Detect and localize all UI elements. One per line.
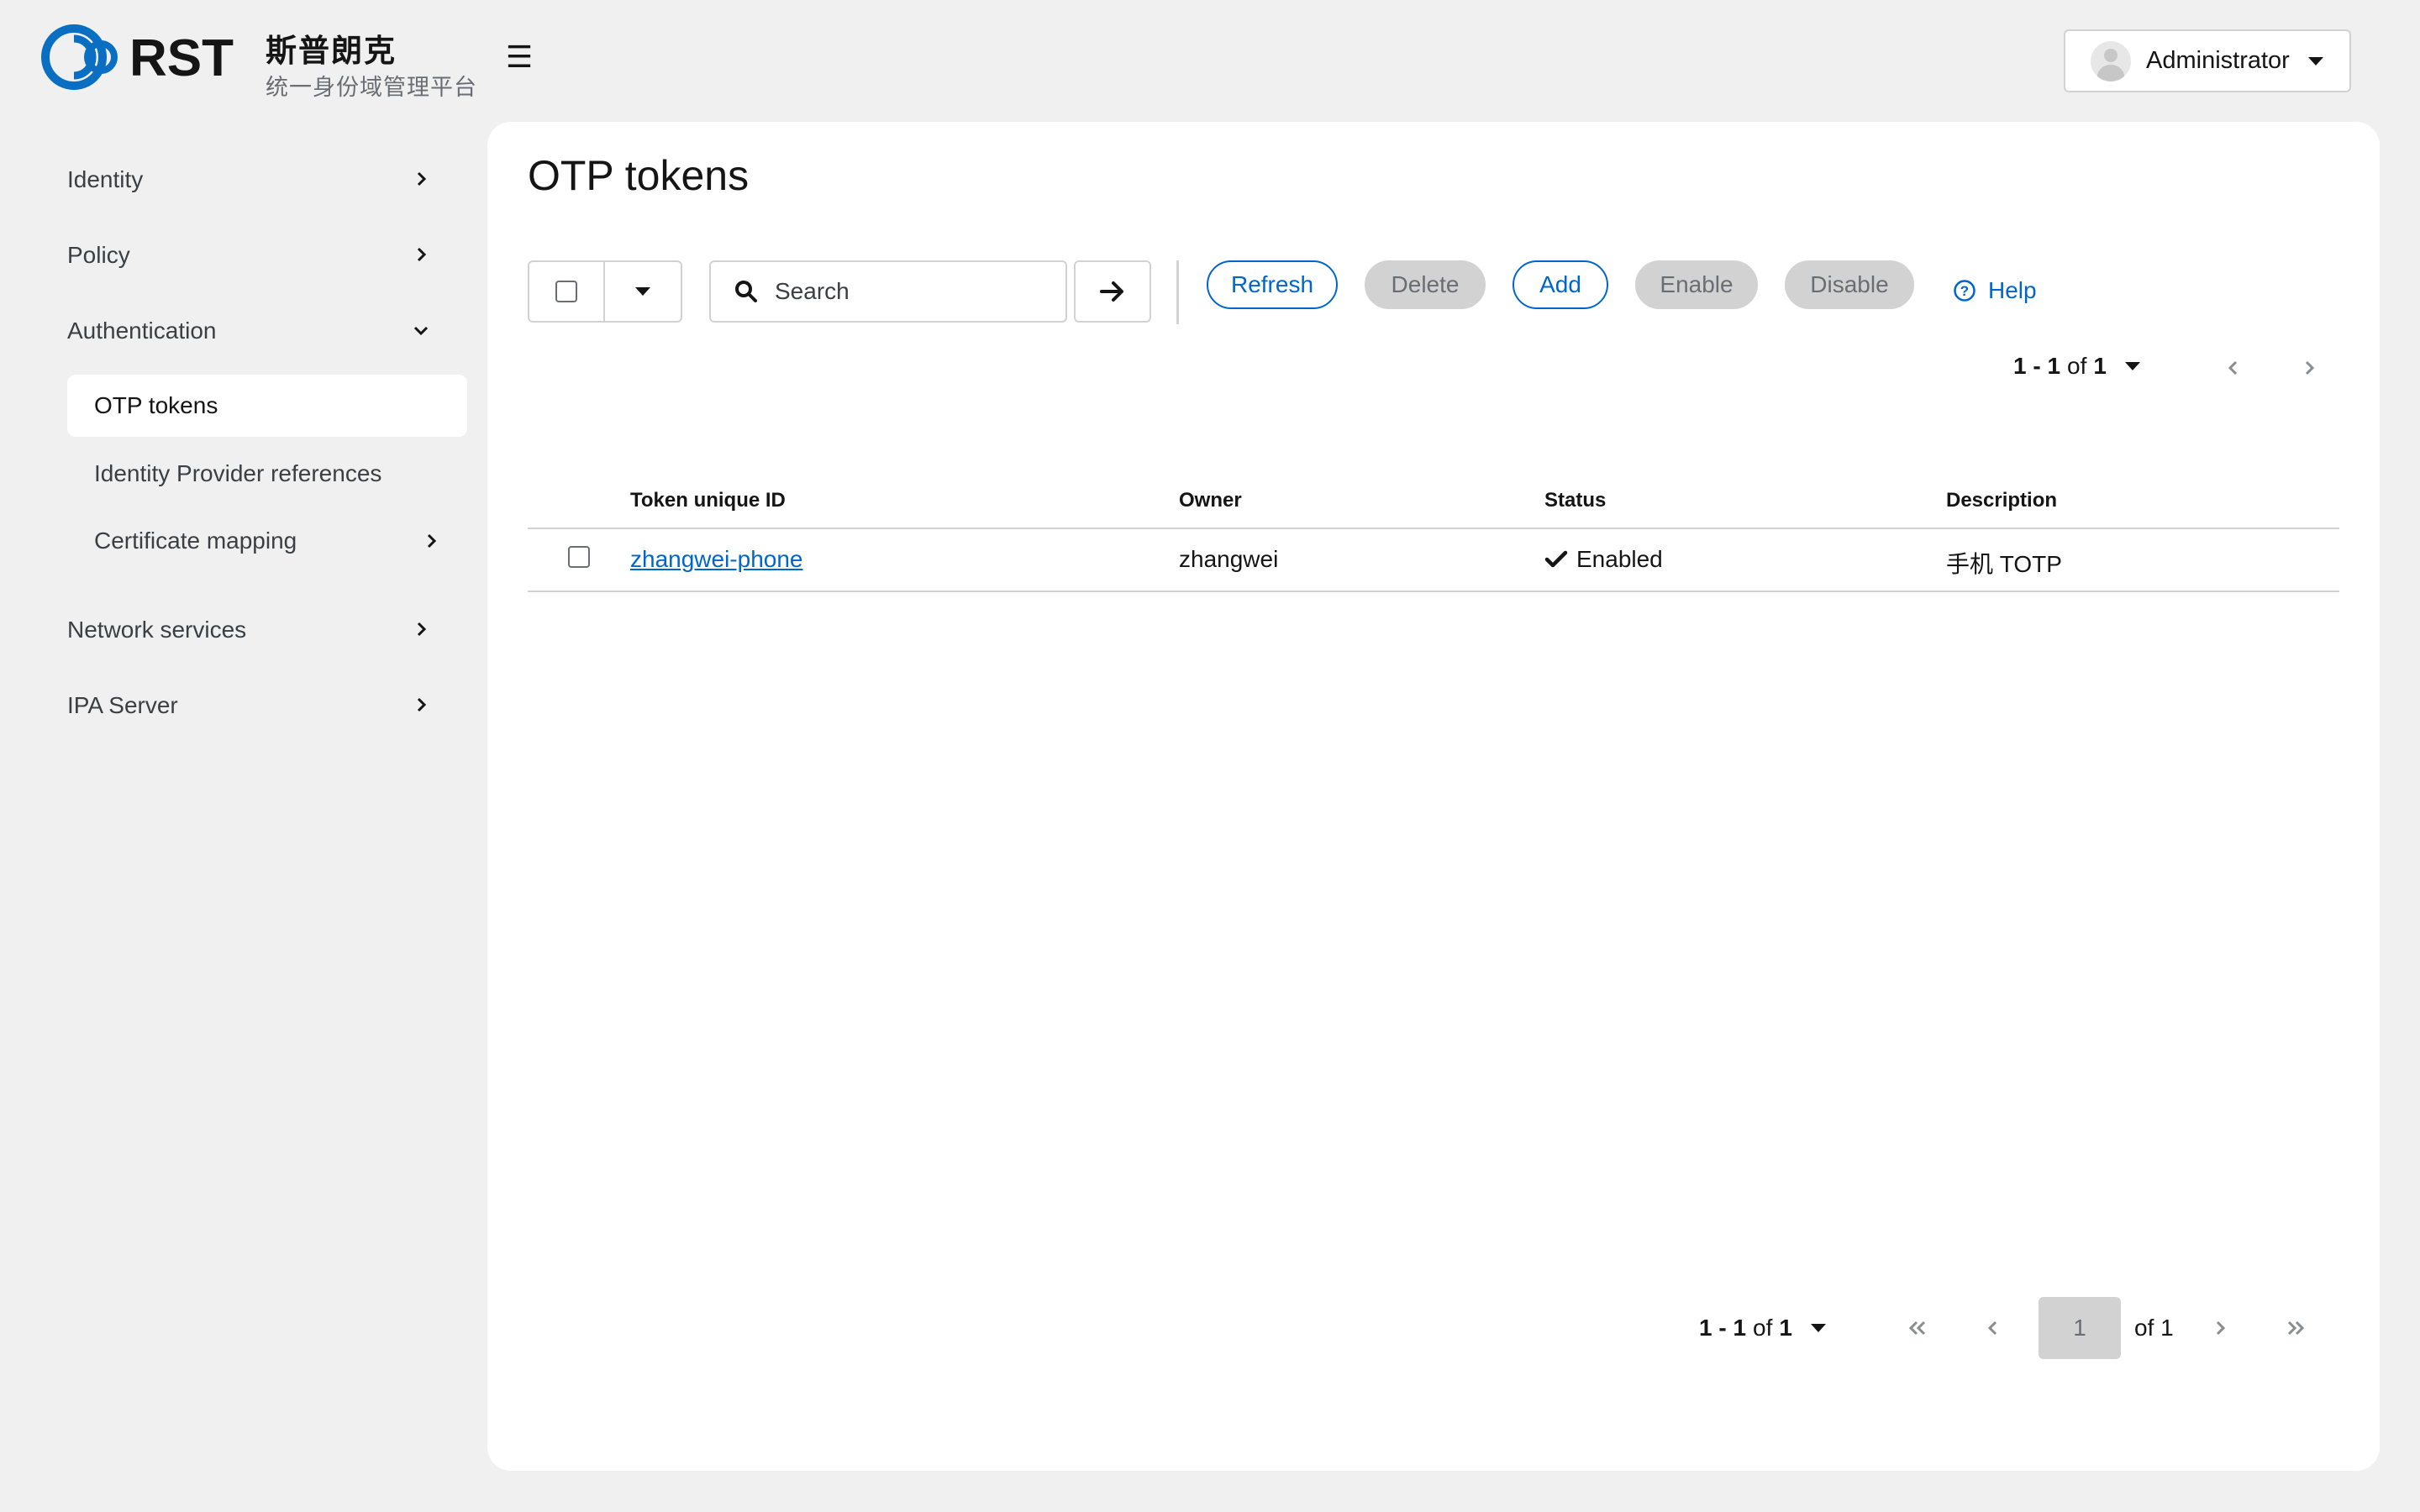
row-checkbox[interactable] (568, 546, 590, 568)
sidebar-item-identity[interactable]: Identity (67, 155, 437, 205)
sidebar-subitem-label: Certificate mapping (94, 528, 297, 554)
avatar (2091, 40, 2131, 81)
chevron-right-icon (417, 171, 427, 186)
caret-down-icon (2124, 362, 2140, 370)
column-header-token-id[interactable]: Token unique ID (630, 489, 786, 512)
logo-text: RST (129, 29, 234, 87)
prev-page-button[interactable] (1976, 1311, 2010, 1345)
range-end: 1 (1733, 1315, 1747, 1341)
help-icon: ? (1954, 280, 1975, 302)
chevron-right-icon (417, 622, 427, 637)
chevron-left-icon (2228, 360, 2238, 375)
double-chevron-right-icon (2287, 1320, 2305, 1336)
toolbar-divider (1176, 260, 1179, 324)
status-label: Enabled (1576, 546, 1663, 572)
add-button[interactable]: Add (1512, 260, 1608, 309)
caret-down-icon (2307, 56, 2323, 66)
brand-subtitle: 统一身份域管理平台 (266, 75, 477, 100)
bulk-select-toggle[interactable] (605, 262, 681, 321)
pagination-top-toggle[interactable]: 1 - 1 of 1 (2013, 353, 2140, 380)
sidebar-item-ipa-server[interactable]: IPA Server (67, 680, 437, 731)
chevron-left-icon (1987, 1320, 1997, 1336)
bulk-select (528, 260, 682, 323)
brand-title: 斯普朗克 (266, 34, 397, 68)
column-header-owner[interactable]: Owner (1179, 489, 1242, 512)
sidebar-item-label: Authentication (67, 318, 217, 344)
next-page-button[interactable] (2292, 351, 2326, 385)
page-count: of 1 (2134, 1315, 2174, 1341)
bulk-select-checkbox-wrap (529, 262, 605, 321)
sidebar-subitem-otp-tokens[interactable]: OTP tokens (67, 375, 467, 437)
help-link[interactable]: ? Help (1953, 277, 2037, 304)
search-input[interactable] (773, 277, 1042, 306)
next-page-button[interactable] (2203, 1311, 2237, 1345)
sidebar-subitem-certificate-mapping[interactable]: Certificate mapping (67, 510, 467, 572)
chevron-right-icon (2305, 360, 2315, 375)
sidebar-subitem-label: Identity Provider references (94, 460, 382, 486)
search-submit-button[interactable] (1074, 260, 1151, 323)
last-page-button[interactable] (2279, 1311, 2312, 1345)
sidebar-item-authentication[interactable]: Authentication (67, 306, 437, 356)
hamburger-icon[interactable]: ☰ (501, 39, 538, 76)
sidebar-subitem-label: OTP tokens (94, 392, 218, 418)
range-separator: - (1712, 1315, 1733, 1341)
sidebar-item-label: Identity (67, 166, 144, 192)
bulk-select-checkbox[interactable] (555, 281, 577, 302)
sidebar-item-policy[interactable]: Policy (67, 230, 437, 281)
main-panel (487, 122, 2380, 1471)
chevron-right-icon (2216, 1320, 2226, 1336)
user-name: Administrator (2146, 47, 2290, 74)
token-id-link[interactable]: zhangwei-phone (630, 546, 803, 573)
arrow-right-icon (1100, 281, 1123, 302)
column-header-status[interactable]: Status (1544, 489, 1606, 512)
sidebar-item-label: IPA Server (67, 692, 178, 718)
current-page-input[interactable]: 1 (2039, 1297, 2121, 1359)
token-description: 手机 TOTP (1946, 551, 2062, 577)
chevron-right-icon (417, 247, 427, 262)
chevron-right-icon (427, 533, 437, 549)
sidebar-item-label: Network services (67, 617, 247, 643)
double-chevron-left-icon (1908, 1320, 1926, 1336)
range-total: 1 (2093, 353, 2107, 379)
check-icon (1544, 550, 1568, 568)
range-total: 1 (1779, 1315, 1792, 1341)
sidebar-item-label: Policy (67, 242, 130, 268)
svg-text:?: ? (1960, 283, 1969, 299)
page-title: OTP tokens (528, 152, 750, 199)
range-start: 1 (1699, 1315, 1712, 1341)
user-menu-button[interactable]: Administrator (2064, 29, 2351, 92)
token-owner: zhangwei (1179, 546, 1279, 572)
chevron-right-icon (417, 697, 427, 712)
enable-button[interactable]: Enable (1635, 260, 1758, 309)
pagination-bottom-toggle[interactable]: 1 - 1 of 1 (1699, 1315, 1826, 1341)
token-status: Enabled (1544, 546, 1663, 573)
first-page-button[interactable] (1901, 1311, 1934, 1345)
table-header-divider (528, 528, 2339, 529)
range-separator: - (2026, 353, 2048, 379)
range-end: 1 (2047, 353, 2061, 379)
rst-logo: RST (39, 22, 240, 92)
range-of: of (2067, 353, 2087, 379)
caret-down-icon (635, 287, 650, 296)
sidebar-item-network-services[interactable]: Network services (67, 605, 437, 655)
column-header-description[interactable]: Description (1946, 489, 2057, 512)
caret-down-icon (1810, 1324, 1826, 1332)
delete-button[interactable]: Delete (1365, 260, 1486, 309)
search-icon (735, 281, 757, 302)
chevron-down-icon (413, 326, 429, 336)
refresh-button[interactable]: Refresh (1207, 260, 1338, 309)
range-of: of (1753, 1315, 1773, 1341)
range-start: 1 (2013, 353, 2027, 379)
disable-button[interactable]: Disable (1785, 260, 1914, 309)
help-label: Help (1988, 277, 2037, 303)
sidebar-subitem-idp-references[interactable]: Identity Provider references (67, 443, 467, 505)
prev-page-button[interactable] (2217, 351, 2250, 385)
search-field (709, 260, 1067, 323)
table-row-divider (528, 591, 2339, 592)
